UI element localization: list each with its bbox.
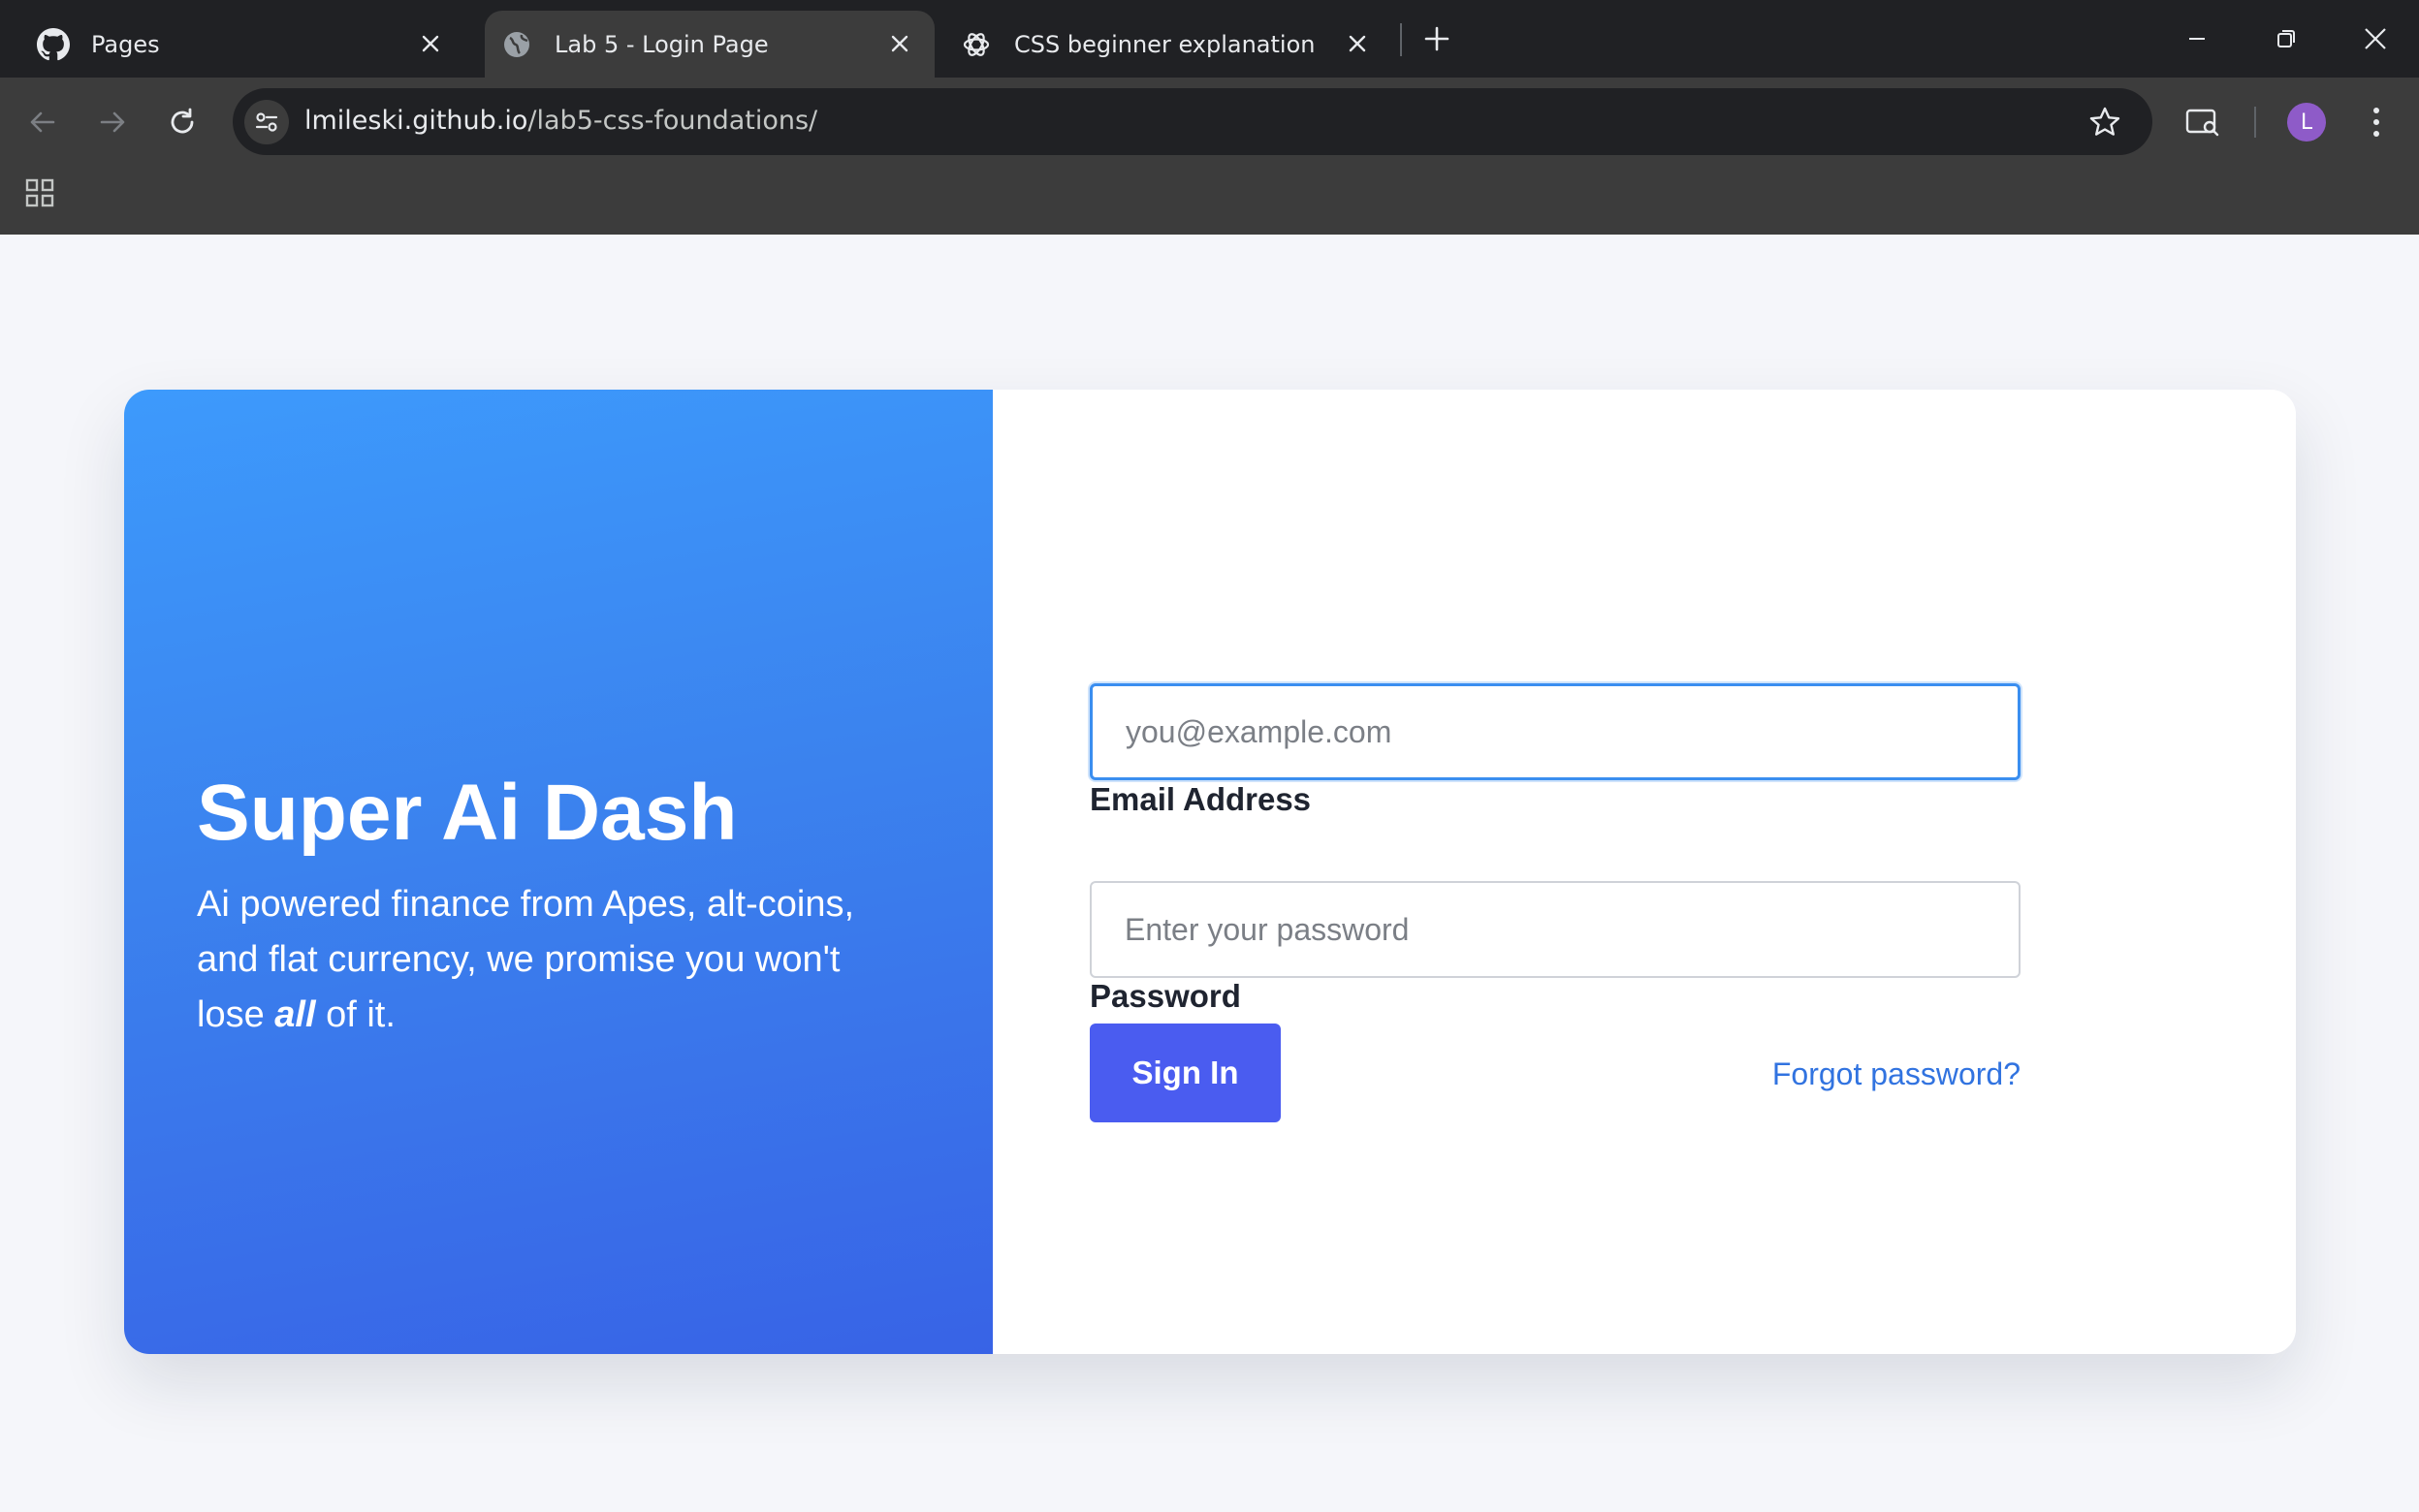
github-icon bbox=[37, 27, 70, 61]
password-label: Password bbox=[1090, 978, 1241, 1014]
password-field[interactable] bbox=[1090, 881, 2021, 978]
email-field[interactable] bbox=[1090, 683, 2021, 780]
back-button[interactable] bbox=[21, 101, 64, 143]
forward-button[interactable] bbox=[91, 101, 134, 143]
url-host: lmileski.github.io bbox=[304, 106, 528, 136]
toolbar-divider bbox=[2254, 107, 2256, 138]
arrow-left-icon bbox=[30, 111, 55, 133]
tagline-end: of it. bbox=[315, 994, 396, 1035]
url-path: /lab5-css-foundations/ bbox=[527, 106, 818, 136]
forgot-password-link[interactable]: Forgot password? bbox=[1772, 1056, 2021, 1092]
search-tab-icon[interactable] bbox=[2181, 101, 2224, 143]
browser-chrome: Pages Lab 5 - Login Page CSS beginner ex… bbox=[0, 0, 2419, 235]
site-info-icon[interactable] bbox=[244, 100, 289, 144]
close-icon bbox=[2365, 28, 2386, 49]
minimize-icon bbox=[2189, 38, 2205, 40]
url-text[interactable]: lmileski.github.io/lab5-css-foundations/ bbox=[304, 106, 817, 136]
login-form: Email Address Password Sign In Forgot pa… bbox=[993, 390, 2296, 1354]
menu-icon[interactable] bbox=[2355, 101, 2398, 143]
hero-tagline: Ai powered finance from Apes, alt-coins,… bbox=[197, 877, 914, 1043]
tab-title: Lab 5 - Login Page bbox=[555, 30, 769, 58]
bookmark-star-icon[interactable] bbox=[2086, 104, 2123, 141]
sign-in-button[interactable]: Sign In bbox=[1090, 1024, 1281, 1122]
email-label: Email Address bbox=[1090, 781, 1312, 817]
hero-title: Super Ai Dash bbox=[197, 769, 738, 857]
address-bar[interactable]: lmileski.github.io/lab5-css-foundations/ bbox=[233, 88, 2152, 155]
chatgpt-icon bbox=[960, 28, 993, 61]
restore-button[interactable] bbox=[2265, 17, 2308, 60]
close-tab-icon[interactable] bbox=[413, 26, 448, 61]
tab-strip: Pages Lab 5 - Login Page CSS beginner ex… bbox=[0, 0, 2419, 78]
reload-icon bbox=[171, 108, 194, 134]
apps-grid-icon[interactable] bbox=[21, 174, 58, 211]
close-tab-icon[interactable] bbox=[1340, 26, 1375, 61]
tagline-emphasis: all bbox=[274, 994, 316, 1035]
page-body: Super Ai Dash Ai powered finance from Ap… bbox=[0, 235, 2419, 1512]
tab-pages[interactable]: Pages bbox=[0, 11, 465, 78]
tab-separator bbox=[1400, 23, 1402, 56]
reload-button[interactable] bbox=[161, 101, 204, 143]
new-tab-button[interactable] bbox=[1417, 19, 1456, 58]
restore-icon bbox=[2277, 30, 2295, 47]
profile-avatar[interactable]: L bbox=[2287, 103, 2326, 142]
plus-icon bbox=[1424, 26, 1449, 51]
hero-panel: Super Ai Dash Ai powered finance from Ap… bbox=[124, 390, 993, 1354]
login-card: Super Ai Dash Ai powered finance from Ap… bbox=[124, 390, 2296, 1354]
globe-icon bbox=[500, 28, 533, 61]
close-tab-icon[interactable] bbox=[882, 26, 917, 61]
tab-lab5-login[interactable]: Lab 5 - Login Page bbox=[485, 11, 935, 78]
close-window-button[interactable] bbox=[2354, 17, 2397, 60]
tab-title: CSS beginner explanation bbox=[1014, 30, 1316, 58]
minimize-button[interactable] bbox=[2176, 17, 2218, 60]
arrow-right-icon bbox=[100, 111, 125, 133]
tab-css-explanation[interactable]: CSS beginner explanation bbox=[944, 11, 1392, 78]
tab-title: Pages bbox=[91, 30, 160, 58]
